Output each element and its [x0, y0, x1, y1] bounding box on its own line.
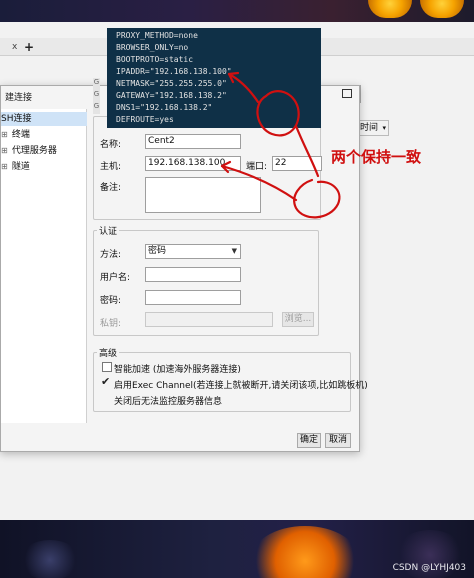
annotation-marks [220, 71, 341, 219]
wallpaper-shade [20, 540, 80, 578]
desktop-wallpaper-bottom: CSDN @LYHJ403 [0, 520, 474, 578]
annotation-circle [256, 90, 300, 137]
annotation-arrow-host [220, 164, 298, 202]
annotation-connector [294, 124, 320, 178]
pumpkin-decoration [250, 526, 360, 578]
watermark-text: CSDN @LYHJ403 [392, 563, 466, 573]
annotation-loop [293, 178, 341, 219]
annotation-arrow-terminal [227, 72, 260, 104]
